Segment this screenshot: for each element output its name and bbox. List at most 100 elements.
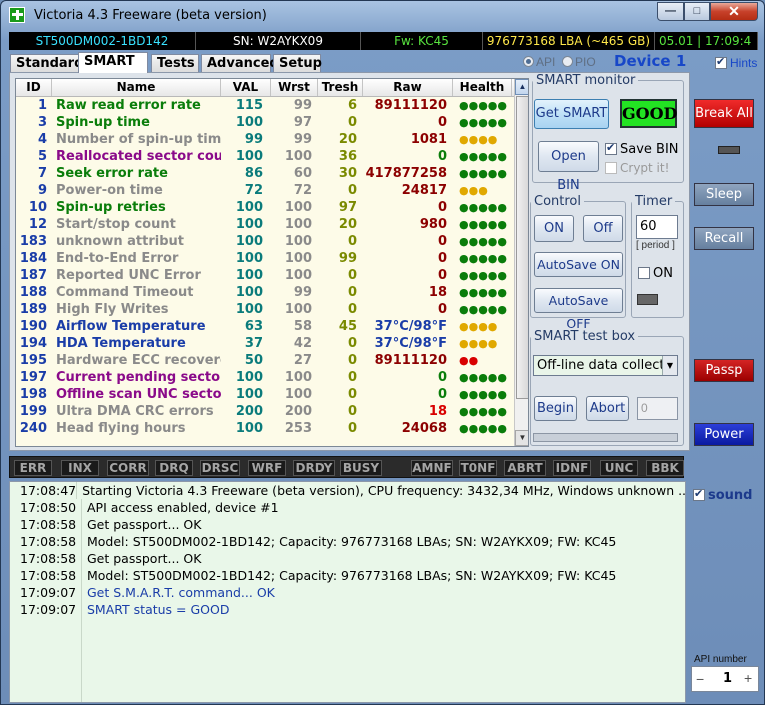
table-row[interactable]: 190 Airflow Temperature 63 58 45 37°C/98°F ●●●… <box>16 318 528 335</box>
led-err: ERR <box>14 460 52 476</box>
table-row[interactable]: 195 Hardware ECC recovered 50 27 0 89111120 ●● <box>16 352 528 369</box>
col-id[interactable]: ID <box>16 79 52 96</box>
event-log[interactable]: 17:08:47 Starting Victoria 4.3 Freeware (… <box>9 481 686 703</box>
led-idnf: IDNF <box>553 460 591 476</box>
attr-health: ●●●●● <box>459 286 507 299</box>
save-bin-option[interactable]: Save BIN <box>605 141 679 157</box>
log-message: Model: ST500DM002-1BD142; Capacity: 9767… <box>87 568 617 583</box>
attr-name: Airflow Temperature <box>56 319 206 334</box>
table-row[interactable]: 184 End-to-End Error 100 100 99 0 ●●●●● <box>16 250 528 267</box>
decrement-icon[interactable]: − <box>696 671 704 687</box>
test-abort-button[interactable]: Abort <box>586 396 629 421</box>
col-val[interactable]: VAL <box>221 79 271 96</box>
pio-radio[interactable] <box>562 56 574 67</box>
table-row[interactable]: 188 Command Timeout 100 99 0 18 ●●●●● <box>16 284 528 301</box>
col-raw[interactable]: Raw <box>363 79 453 96</box>
crypt-checkbox[interactable] <box>605 162 617 174</box>
tab-advanced[interactable]: Advanced <box>201 54 279 72</box>
attr-name: Seek error rate <box>56 166 168 181</box>
tab-standard[interactable]: Standard <box>10 54 83 72</box>
test-progress-field[interactable]: 0 <box>637 397 678 420</box>
col-wrst[interactable]: Wrst <box>271 79 318 96</box>
col-name[interactable]: Name <box>52 79 221 96</box>
table-row[interactable]: 183 unknown attribut 100 100 0 0 ●●●●● <box>16 233 528 250</box>
dropdown-arrow-icon[interactable]: ▼ <box>662 356 677 375</box>
minimize-button[interactable]: — <box>657 2 684 21</box>
get-smart-button[interactable]: Get SMART <box>534 99 609 129</box>
table-row[interactable]: 197 Current pending sectors 100 100 0 0 ●●●●● <box>16 369 528 386</box>
test-type-select[interactable]: Off-line data collect ▼ <box>533 355 678 376</box>
save-bin-checkbox[interactable] <box>605 141 617 155</box>
attr-raw: 0 <box>437 149 447 164</box>
table-row[interactable]: 9 Power-on time 72 72 0 24817 ●●● <box>16 182 528 199</box>
title-bar[interactable]: Victoria 4.3 Freeware (beta version) — □… <box>1 1 764 30</box>
table-row[interactable]: 189 High Fly Writes 100 100 0 0 ●●●●● <box>16 301 528 318</box>
table-row[interactable]: 3 Spin-up time 100 97 0 0 ●●●●● <box>16 114 528 131</box>
test-begin-button[interactable]: Begin <box>534 396 577 421</box>
attr-worst: 100 <box>284 302 312 317</box>
power-button[interactable]: Power <box>694 423 754 446</box>
recall-button[interactable]: Recall <box>694 227 754 250</box>
autosave-on-button[interactable]: AutoSave ON <box>534 252 623 277</box>
attr-val: 200 <box>235 404 263 419</box>
attr-val: 100 <box>235 268 263 283</box>
attr-id: 198 <box>19 387 47 402</box>
crypt-option[interactable]: Crypt it! <box>605 161 669 175</box>
col-tresh[interactable]: Tresh <box>318 79 363 96</box>
hints-toggle[interactable]: Hints <box>715 55 757 70</box>
timer-legend: Timer <box>635 194 673 209</box>
open-bin-button[interactable]: Open BIN <box>538 141 599 193</box>
table-row[interactable]: 5 Reallocated sector count 100 100 36 0 ●●●●● <box>16 148 528 165</box>
device-label[interactable]: Device 1 <box>614 52 686 70</box>
increment-icon[interactable]: + <box>744 670 752 686</box>
table-row[interactable]: 7 Seek error rate 86 60 30 417877258 ●●●●● <box>16 165 528 182</box>
control-off-button[interactable]: Off <box>583 215 623 242</box>
attr-threshold: 0 <box>347 285 357 300</box>
autosave-off-button[interactable]: AutoSave OFF <box>534 288 623 331</box>
sound-checkbox[interactable] <box>693 487 705 501</box>
table-row[interactable]: 4 Number of spin-up times 99 99 20 1081 ●●●● <box>16 131 528 148</box>
table-scrollbar[interactable]: ▲ ▼ <box>514 79 528 446</box>
timer-on-checkbox[interactable] <box>638 267 650 279</box>
attr-name: Hardware ECC recovered <box>56 353 221 368</box>
table-row[interactable]: 187 Reported UNC Error 100 100 0 0 ●●●●● <box>16 267 528 284</box>
interface-selector: API PIO <box>523 55 596 69</box>
api-radio[interactable] <box>523 56 534 67</box>
scroll-thumb[interactable] <box>516 96 528 399</box>
log-entry: 17:09:07 Get S.M.A.R.T. command... OK <box>10 584 685 601</box>
timer-on-option[interactable]: ON <box>638 266 673 281</box>
hints-checkbox[interactable] <box>715 55 727 69</box>
timer-period-input[interactable]: 60 <box>636 215 678 239</box>
table-row[interactable]: 194 HDA Temperature 37 42 0 37°C/98°F ●●●● <box>16 335 528 352</box>
sleep-button[interactable]: Sleep <box>694 183 754 206</box>
attr-val: 100 <box>235 370 263 385</box>
col-health[interactable]: Health <box>453 79 512 96</box>
api-number-spinner[interactable]: − 1 + <box>691 666 759 692</box>
maximize-button[interactable]: □ <box>684 2 710 21</box>
table-row[interactable]: 198 Offline scan UNC sectors 100 100 0 0 ●●●●● <box>16 386 528 403</box>
tab-tests[interactable]: Tests <box>151 54 199 72</box>
table-row[interactable]: 240 Head flying hours 100 253 0 24068 ●●●●● <box>16 420 528 437</box>
attr-raw: 0 <box>437 234 447 249</box>
table-row[interactable]: 10 Spin-up retries 100 100 97 0 ●●●●● <box>16 199 528 216</box>
tab-setup[interactable]: Setup <box>273 54 322 72</box>
led-bbk: BBK <box>646 460 684 476</box>
log-time-empty <box>10 618 82 635</box>
tab-smart[interactable]: SMART <box>78 52 148 73</box>
table-row[interactable]: 1 Raw read error rate 115 99 6 89111120 ●●●●● <box>16 97 528 114</box>
attr-threshold: 0 <box>347 234 357 249</box>
break-all-button[interactable]: Break All <box>694 99 754 128</box>
attr-health: ●●●●● <box>459 167 507 180</box>
close-button[interactable]: ✕ <box>710 2 758 21</box>
scroll-down-arrow-icon[interactable]: ▼ <box>515 430 528 446</box>
attr-worst: 97 <box>293 115 312 130</box>
api-number-label: API number <box>694 654 747 665</box>
table-row[interactable]: 199 Ultra DMA CRC errors 200 200 0 18 ●●●●● <box>16 403 528 420</box>
control-on-button[interactable]: ON <box>534 215 574 242</box>
scroll-up-arrow-icon[interactable]: ▲ <box>515 79 528 95</box>
sound-option[interactable]: sound <box>693 487 752 503</box>
passp-button[interactable]: Passp <box>694 359 754 382</box>
table-row[interactable]: 12 Start/stop count 100 100 20 980 ●●●●● <box>16 216 528 233</box>
attr-val: 100 <box>235 387 263 402</box>
attr-threshold: 45 <box>338 319 357 334</box>
